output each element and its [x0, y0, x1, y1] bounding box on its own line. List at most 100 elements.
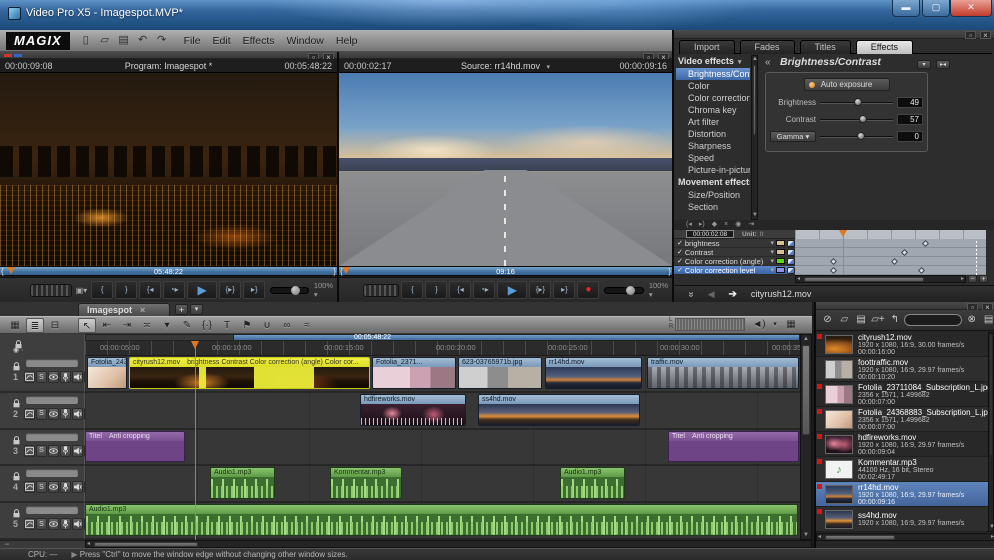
source-scrubber[interactable]: { 09:16 }	[339, 266, 672, 276]
program-playhead-icon[interactable]	[7, 267, 15, 274]
param-value[interactable]: 0	[897, 131, 923, 142]
timeline-clip[interactable]: Audio1.mp3	[560, 467, 625, 499]
effect-menu-button[interactable]: ▾	[917, 60, 931, 69]
chevron-down-icon[interactable]: ▾	[770, 239, 774, 247]
timeline-overview[interactable]: 00:05:48:22	[85, 334, 800, 341]
timeline-clip[interactable]: Fotolia_2371...	[372, 357, 456, 389]
jog-wheel[interactable]	[363, 284, 399, 297]
slider-thumb[interactable]	[857, 132, 865, 140]
zoom-in-icon[interactable]: +	[979, 275, 988, 283]
timeline-clip[interactable]: rr14hd.mov	[545, 357, 642, 389]
effects-list-vscroll[interactable]: ▲ ▼	[751, 55, 758, 220]
add-tab-button[interactable]: +	[175, 304, 188, 315]
play-range-button[interactable]: {▸}	[529, 281, 551, 299]
effect-item[interactable]: Speed	[676, 152, 750, 164]
track-name-field[interactable]	[26, 359, 78, 367]
keyframe-ruler[interactable]	[795, 230, 986, 239]
anaglyph-red-icon[interactable]	[4, 54, 12, 57]
diagonal-icon[interactable]	[787, 258, 795, 265]
range-all-tool-icon[interactable]: ⇥	[118, 318, 136, 333]
mode-overview-icon[interactable]: ⊟	[46, 318, 64, 333]
effects-group-movement[interactable]: Movement effects▾	[676, 176, 750, 189]
visibility-button[interactable]	[48, 371, 59, 383]
keyframe-curve-button[interactable]	[24, 445, 35, 457]
timeline-clip[interactable]: TitelAnti cropping	[668, 431, 799, 463]
collapse-panel-icon[interactable]: »	[685, 291, 696, 297]
new-folder-icon[interactable]: ▱+	[871, 313, 886, 327]
keyframe-icon[interactable]	[891, 258, 898, 265]
record-button[interactable]: ●	[577, 281, 599, 299]
keyframe-row[interactable]: ✓Color correction level▾	[674, 266, 795, 275]
range-tool-icon[interactable]: ⇤	[98, 318, 116, 333]
zoom-out-icon[interactable]: −	[968, 275, 977, 283]
link-icon[interactable]: ∞	[278, 318, 296, 333]
slider-thumb[interactable]	[854, 98, 862, 106]
source-playhead-icon[interactable]	[342, 267, 350, 274]
effects-group-video[interactable]: Video effects▾	[676, 55, 750, 68]
group-tool-icon[interactable]: {·}	[198, 318, 216, 333]
pen-tool-icon[interactable]: ✎	[178, 318, 196, 333]
prev-keyframe-icon[interactable]: (◂	[686, 220, 692, 230]
unit-value[interactable]: fr	[760, 231, 764, 238]
effect-item[interactable]: Color	[676, 80, 750, 92]
diagonal-icon[interactable]	[787, 240, 795, 247]
add-keyframe-icon[interactable]: ◆	[712, 220, 717, 230]
media-pool-item[interactable]: rr14hd.mov1920 x 1080, 16:9, 29.97 frame…	[816, 482, 990, 507]
visibility-button[interactable]	[48, 408, 59, 420]
diagonal-icon[interactable]	[787, 249, 795, 256]
chevron-down-icon[interactable]: ▾	[770, 248, 774, 256]
jump-end-button[interactable]: ▸}	[553, 281, 575, 299]
keyframe-icon[interactable]	[901, 249, 908, 256]
anaglyph-blue-icon[interactable]	[14, 54, 22, 57]
close-tab-icon[interactable]: ×	[140, 304, 145, 316]
timeline-clip[interactable]: cityrush12.movbrightness Contrast Color …	[129, 357, 370, 389]
import-range-icon[interactable]: ↰	[887, 313, 902, 327]
jump-start-button[interactable]: {◂	[139, 281, 161, 299]
effect-item[interactable]: Brightness/Contrast	[676, 68, 750, 80]
timeline-clip[interactable]: Audio1.mp3	[210, 467, 275, 499]
timeline-clip[interactable]: Fotolia_243688	[87, 357, 127, 389]
media-pool-item[interactable]: Fotolia_24368883_Subscription_L.jpg2356 …	[816, 407, 990, 432]
tab-menu-icon[interactable]: ▾	[190, 304, 203, 315]
minimize-button[interactable]: ▬	[892, 0, 920, 17]
back-icon[interactable]: «	[765, 57, 771, 68]
checkmark-icon[interactable]: ✓	[677, 248, 683, 256]
solo-button[interactable]: S	[36, 481, 47, 493]
zoom-level[interactable]: 100% ▾	[314, 281, 333, 299]
param-value[interactable]: 57	[897, 114, 923, 125]
stop-load-icon[interactable]: ⊘	[820, 313, 835, 327]
play-around-button[interactable]: ◔▸	[163, 281, 185, 299]
mode-timeline-icon[interactable]: ≣	[26, 318, 44, 333]
timeline-hscroll[interactable]: ◂	[85, 540, 812, 548]
timeline-playhead[interactable]	[191, 341, 200, 540]
effect-item[interactable]: Color correction	[676, 92, 750, 104]
mute-button[interactable]	[72, 445, 83, 457]
effect-item[interactable]: Section	[676, 201, 750, 213]
mixer-icon[interactable]: ▦	[782, 317, 800, 332]
effect-item[interactable]: Chroma key	[676, 104, 750, 116]
record-arm-button[interactable]	[60, 371, 71, 383]
clear-search-icon[interactable]: ⊗	[964, 313, 979, 327]
solo-button[interactable]: S	[36, 518, 47, 530]
play-around-button[interactable]: ◔▸	[473, 281, 495, 299]
stretch-tool-icon[interactable]: ≍	[138, 318, 156, 333]
unlink-icon[interactable]: ≈	[298, 318, 316, 333]
record-arm-button[interactable]	[60, 481, 71, 493]
zoom-slider[interactable]	[270, 287, 309, 294]
source-video[interactable]	[339, 73, 672, 266]
effect-item[interactable]: Distortion	[676, 128, 750, 140]
keyframe-timecode[interactable]: 00:00:02:08	[686, 230, 734, 238]
menu-effects[interactable]: Effects	[237, 33, 281, 49]
chevron-down-icon[interactable]: ▾	[770, 257, 774, 265]
slider-thumb[interactable]	[859, 115, 867, 123]
record-arm-button[interactable]	[60, 408, 71, 420]
media-pool-item[interactable]: hdfireworks.mov1920 x 1080, 16:9, 29.97 …	[816, 432, 990, 457]
media-pool-item[interactable]: foottraffic.mov1920 x 1080, 16:9, 29.97 …	[816, 357, 990, 382]
next-object-icon[interactable]: ➔	[728, 289, 736, 300]
mode-storyboard-icon[interactable]: ▦	[6, 318, 24, 333]
zoom-slider[interactable]	[604, 287, 643, 294]
visibility-button[interactable]	[48, 518, 59, 530]
menu-edit[interactable]: Edit	[207, 33, 237, 49]
diagonal-icon[interactable]	[787, 267, 795, 274]
track-name-field[interactable]	[26, 433, 78, 441]
